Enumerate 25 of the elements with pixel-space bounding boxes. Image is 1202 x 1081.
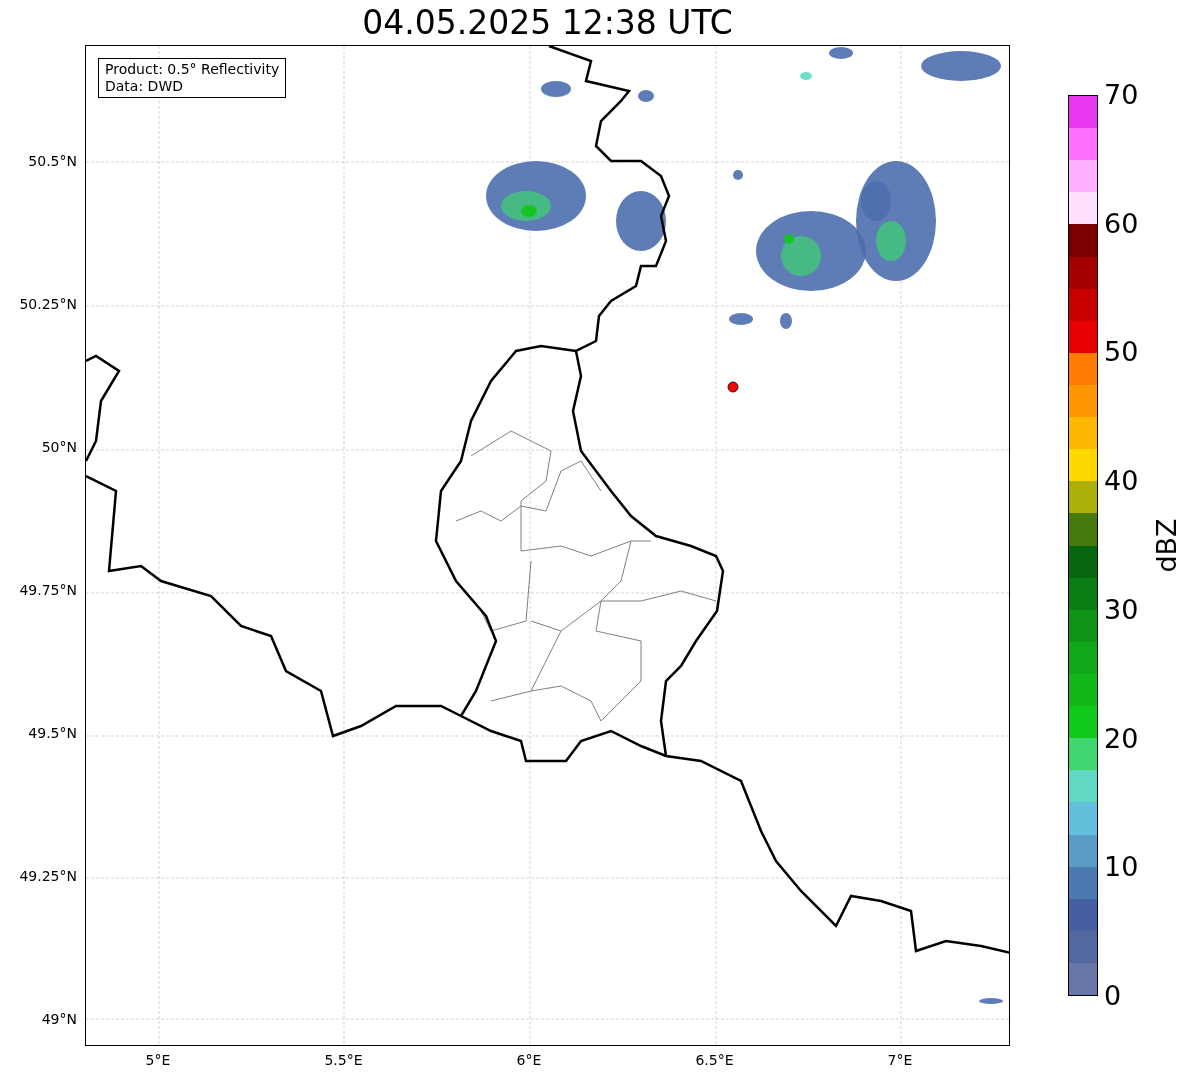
plot-title: 04.05.2025 12:38 UTC [362, 2, 733, 43]
longitude-label: 5°E [144, 1051, 172, 1069]
latitude-label: 49.5°N [28, 724, 78, 742]
colorbar-tick-label: 20 [1104, 721, 1139, 756]
colorbar-label: dBZ [1150, 518, 1182, 573]
longitude-label: 7°E [886, 1051, 914, 1069]
latitude-label: 50.25°N [19, 295, 78, 313]
latitude-label: 50.5°N [28, 152, 78, 170]
longitude-label: 6°E [515, 1051, 543, 1069]
colorbar-tick-label: 50 [1104, 335, 1139, 370]
colorbar-tick-label: 70 [1104, 78, 1139, 112]
longitude-label: 6.5°E [694, 1051, 735, 1069]
colorbar-tick-label: 40 [1104, 464, 1139, 499]
latitude-label: 49.75°N [19, 581, 78, 599]
colorbar-tick-label: 10 [1104, 850, 1139, 885]
colorbar-tick-label: 60 [1104, 206, 1139, 241]
longitude-label: 5.5°E [323, 1051, 364, 1069]
info-text: Product: 0.5° Reflectivity [105, 61, 280, 78]
latitude-label: 49.25°N [19, 867, 78, 885]
info-text: Data: DWD [105, 78, 184, 95]
colorbar-tick-label: 30 [1104, 592, 1139, 627]
colorbar-tick-label: 0 [1104, 978, 1123, 1013]
latitude-label: 50°N [41, 438, 78, 456]
radar-station-marker [727, 381, 739, 393]
latitude-label: 49°N [41, 1010, 78, 1028]
